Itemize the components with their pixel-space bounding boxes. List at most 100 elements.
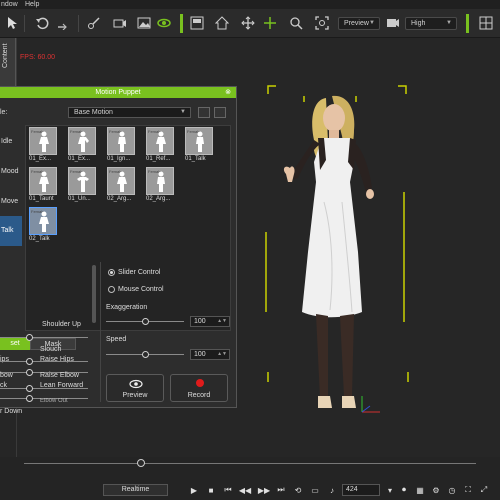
quality-dropdown-value: High	[411, 20, 426, 27]
eye-icon	[129, 379, 143, 389]
exaggeration-slider-knob[interactable]	[142, 318, 149, 325]
layout-icon[interactable]	[189, 15, 205, 31]
spinner-icon[interactable]: ▾	[384, 484, 396, 496]
export-icon[interactable]	[214, 107, 226, 118]
category-talk[interactable]: Talk	[0, 216, 22, 246]
slider-list-scrollbar[interactable]	[92, 265, 96, 323]
motion-thumbnail[interactable]: Female 01_Talk	[183, 127, 217, 162]
move-icon[interactable]	[262, 15, 278, 31]
category-idle[interactable]: Idle	[0, 127, 22, 157]
eye-icon[interactable]	[156, 15, 172, 31]
transform-icon[interactable]	[86, 15, 102, 31]
realtime-dropdown[interactable]: Realtime	[103, 484, 168, 496]
character-figure[interactable]	[262, 82, 414, 434]
thumbnail-caption: 01_Talk	[185, 156, 206, 162]
redo-icon[interactable]	[54, 15, 70, 31]
record-toggle-icon[interactable]: ⏺	[398, 484, 410, 496]
camera-switch-icon[interactable]: ▭	[309, 484, 321, 496]
content-side-tab[interactable]: Content	[0, 38, 16, 86]
preview-dropdown[interactable]: Preview ▼	[338, 17, 380, 30]
hips-slider-knob[interactable]	[26, 369, 33, 376]
scene-icon[interactable]	[478, 15, 494, 31]
pan-icon[interactable]	[240, 15, 256, 31]
fps-readout: FPS: 60.00	[20, 54, 56, 61]
menu-bar: ndow Help	[0, 0, 500, 9]
tab-preset[interactable]: set	[0, 338, 30, 350]
render-icon[interactable]	[385, 15, 401, 31]
thumbnail-caption: 01_Ex...	[68, 156, 91, 162]
arrow-icon[interactable]	[4, 15, 20, 31]
speed-value: 100	[194, 351, 206, 358]
timeline-track[interactable]	[24, 463, 476, 464]
thumbnail-caption: 02_Arg...	[107, 196, 132, 202]
elbow-slider-knob[interactable]	[26, 385, 33, 392]
motion-thumbnail[interactable]: Female 01_Ref...	[144, 127, 178, 162]
save-icon[interactable]	[198, 107, 210, 118]
timeline-playhead[interactable]	[137, 459, 145, 467]
shoulder-left-label: r Down	[0, 408, 23, 415]
category-mood[interactable]: Mood	[0, 157, 22, 187]
motion-thumbnail[interactable]: Female 02_Arg...	[105, 167, 139, 202]
motion-thumbnail[interactable]: Female 01_Ign...	[105, 127, 139, 162]
undo-icon[interactable]	[34, 15, 50, 31]
expand-icon[interactable]: ⤢	[478, 484, 490, 496]
skip-to-end-icon[interactable]: ⏭	[275, 484, 287, 496]
timeline-settings-icon[interactable]: ⚙	[430, 484, 442, 496]
panel-title-bar[interactable]: Motion Puppet ⊗	[0, 87, 236, 98]
spinner-icon[interactable]: ▲▼	[217, 317, 227, 326]
thumbnail-image: Female	[107, 127, 135, 155]
motion-thumbnail[interactable]: Female 01_Un...	[66, 167, 100, 202]
shoulder-slider[interactable]	[0, 337, 88, 338]
toolbar-separator-accent	[466, 14, 469, 33]
preview-button[interactable]: Preview	[106, 374, 164, 402]
style-label: le:	[0, 109, 8, 116]
motion-thumbnail[interactable]: Female 02_Arg...	[144, 167, 178, 202]
mouse-control-radio[interactable]	[108, 286, 115, 293]
rewind-icon[interactable]: ◀◀	[239, 484, 251, 496]
speed-slider-knob[interactable]	[142, 351, 149, 358]
home-icon[interactable]	[214, 15, 230, 31]
motion-thumbnail[interactable]: Female 01_Ex...	[66, 127, 100, 162]
close-icon[interactable]: ⊗	[225, 87, 231, 98]
fast-forward-icon[interactable]: ▶▶	[258, 484, 270, 496]
menu-window[interactable]: ndow	[1, 0, 18, 9]
slider-control-radio[interactable]	[108, 269, 115, 276]
fullscreen-icon[interactable]: ⛶	[462, 484, 474, 496]
slouch-slider[interactable]	[0, 361, 88, 362]
menu-help[interactable]: Help	[25, 0, 39, 9]
fit-icon[interactable]	[314, 15, 330, 31]
play-icon[interactable]: ▶	[188, 484, 200, 496]
spinner-icon[interactable]: ▲▼	[217, 350, 227, 359]
motion-thumbnail[interactable]: Female 01_Ex...	[27, 127, 61, 162]
elbow-slider[interactable]	[0, 388, 88, 389]
skip-to-start-icon[interactable]: ⏮	[222, 484, 234, 496]
thumbnail-caption: 01_Ign...	[107, 156, 131, 162]
slouch-slider-knob[interactable]	[26, 358, 33, 365]
exaggeration-input[interactable]: 100 ▲▼	[190, 316, 230, 327]
frame-input[interactable]: 424	[342, 484, 380, 496]
mouse-control-label: Mouse Control	[118, 286, 164, 293]
record-button[interactable]: Record	[170, 374, 228, 402]
thumbnail-caption: 01_Taunt	[29, 196, 54, 202]
thumbnail-image: Female	[29, 127, 57, 155]
thumbnail-image: Female	[107, 167, 135, 195]
zoom-icon[interactable]	[288, 15, 304, 31]
speed-input[interactable]: 100 ▲▼	[190, 349, 230, 360]
camera-icon[interactable]	[112, 15, 128, 31]
motion-thumbnail[interactable]: Female 01_Taunt	[27, 167, 61, 202]
audio-icon[interactable]: ♪	[326, 484, 338, 496]
lean-slider-knob[interactable]	[26, 395, 33, 402]
grid-icon[interactable]: ▦	[414, 484, 426, 496]
stop-icon[interactable]: ■	[205, 484, 217, 496]
loop-icon[interactable]: ⟲	[292, 484, 304, 496]
panel-title: Motion Puppet	[95, 89, 141, 96]
speed-label: Speed	[106, 336, 127, 343]
motion-thumbnail-selected[interactable]: Female 02_Talk	[27, 207, 61, 242]
chevron-down-icon: ▼	[369, 20, 375, 26]
image-icon[interactable]	[136, 15, 152, 31]
shoulder-slider-knob[interactable]	[26, 334, 33, 341]
clock-icon[interactable]: ◷	[446, 484, 458, 496]
category-move[interactable]: Move	[0, 187, 22, 217]
quality-dropdown[interactable]: High ▼	[405, 17, 457, 30]
style-dropdown[interactable]: Base Motion ▼	[68, 107, 191, 118]
